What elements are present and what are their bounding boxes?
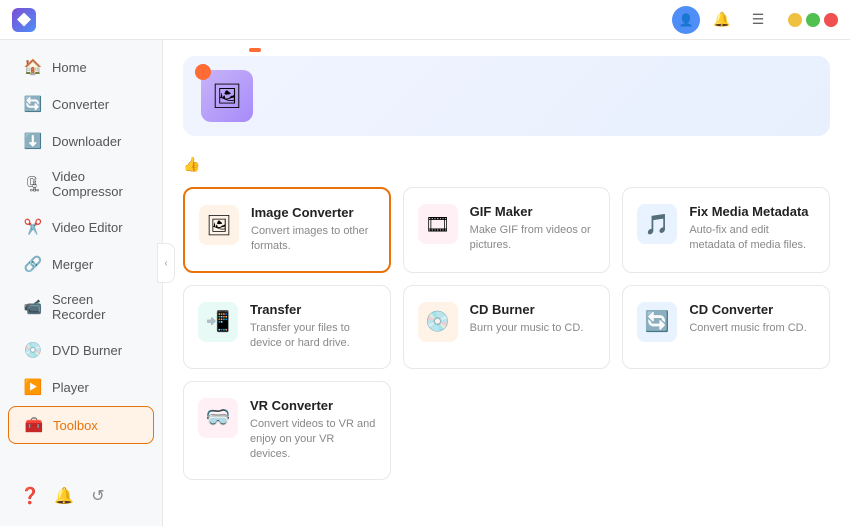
sidebar-icon-dvd-burner: 💿 [24,341,42,359]
section-title: 👍 [183,156,830,173]
sidebar-label-toolbox: Toolbox [53,418,98,433]
sidebar-item-player[interactable]: ▶️ Player [8,369,154,405]
tool-desc-gif-maker: Make GIF from videos or pictures. [470,223,596,254]
sidebar-collapse-btn[interactable]: ‹ [157,243,175,283]
banner-badge-new [249,48,261,52]
tool-icon-gif-maker: 🎞 [418,204,458,244]
sidebar-icon-downloader: ⬇️ [24,132,42,150]
sidebar-icon-player: ▶️ [24,378,42,396]
tool-text-cd-burner: CD Burner Burn your music to CD. [470,302,584,336]
sidebar-bottom: ❓ 🔔 ↺ [0,474,162,518]
sidebar-item-merger[interactable]: 🔗 Merger [8,246,154,282]
app-logo [12,8,36,32]
tool-card-transfer[interactable]: 📲 Transfer Transfer your files to device… [183,285,391,369]
maximize-button[interactable] [806,13,820,27]
banner-icon: 🖼 [201,70,253,122]
tool-card-fix-media-metadata[interactable]: 🎵 Fix Media Metadata Auto-fix and edit m… [622,187,830,273]
tool-title-fix-media-metadata: Fix Media Metadata [689,204,815,219]
title-bar: 👤 🔔 ☰ [0,0,850,40]
tool-title-image-converter: Image Converter [251,205,375,220]
tool-icon-image-converter: 🖼 [199,205,239,245]
notification-btn[interactable]: 🔔 [708,6,736,34]
sidebar-item-screen-recorder[interactable]: 📹 Screen Recorder [8,283,154,331]
tool-desc-image-converter: Convert images to other formats. [251,224,375,255]
tool-card-cd-burner[interactable]: 💿 CD Burner Burn your music to CD. [403,285,611,369]
sidebar-icon-screen-recorder: 📹 [24,298,42,316]
tool-desc-fix-media-metadata: Auto-fix and edit metadata of media file… [689,223,815,254]
menu-btn[interactable]: ☰ [744,6,772,34]
vr-grid: 🥽 VR Converter Convert videos to VR and … [183,381,830,480]
tool-title-cd-burner: CD Burner [470,302,584,317]
sidebar-item-converter[interactable]: 🔄 Converter [8,86,154,122]
banner[interactable]: 🖼 [183,56,830,136]
tool-icon-vr-converter: 🥽 [198,398,238,438]
tool-text-fix-media-metadata: Fix Media Metadata Auto-fix and edit met… [689,204,815,254]
tool-text-vr-converter: VR Converter Convert videos to VR and en… [250,398,376,463]
sidebar-label-video-compressor: Video Compressor [52,169,138,199]
help-button[interactable]: ❓ [16,482,44,510]
sidebar-icon-merger: 🔗 [24,255,42,273]
tool-card-vr-converter[interactable]: 🥽 VR Converter Convert videos to VR and … [183,381,391,480]
sidebar-label-screen-recorder: Screen Recorder [52,292,138,322]
tool-title-cd-converter: CD Converter [689,302,806,317]
tool-text-gif-maker: GIF Maker Make GIF from videos or pictur… [470,204,596,254]
main-container: 🏠 Home 🔄 Converter ⬇️ Downloader 🗜 Video… [0,40,850,526]
refresh-button[interactable]: ↺ [84,482,112,510]
tool-icon-cd-converter: 🔄 [637,302,677,342]
sidebar-item-dvd-burner[interactable]: 💿 DVD Burner [8,332,154,368]
tool-title-transfer: Transfer [250,302,376,317]
sidebar-icon-converter: 🔄 [24,95,42,113]
sidebar-item-home[interactable]: 🏠 Home [8,49,154,85]
sidebar-label-video-editor: Video Editor [52,220,123,235]
banner-badge-num [195,64,211,80]
tool-title-gif-maker: GIF Maker [470,204,596,219]
section-icon: 👍 [183,156,200,173]
tool-icon-cd-burner: 💿 [418,302,458,342]
sidebar-item-downloader[interactable]: ⬇️ Downloader [8,123,154,159]
sidebar-item-video-editor[interactable]: ✂️ Video Editor [8,209,154,245]
sidebar-icon-toolbox: 🧰 [25,416,43,434]
title-bar-right: 👤 🔔 ☰ [672,6,838,34]
minimize-button[interactable] [788,13,802,27]
tool-icon-fix-media-metadata: 🎵 [637,204,677,244]
tool-card-image-converter[interactable]: 🖼 Image Converter Convert images to othe… [183,187,391,273]
sidebar-label-dvd-burner: DVD Burner [52,343,122,358]
title-bar-left [12,8,672,32]
sidebar-item-video-compressor[interactable]: 🗜 Video Compressor [8,160,154,208]
app-logo-inner [17,13,31,27]
tool-desc-vr-converter: Convert videos to VR and enjoy on your V… [250,417,376,463]
tool-icon-transfer: 📲 [198,302,238,342]
sidebar-item-toolbox[interactable]: 🧰 Toolbox [8,406,154,444]
tool-text-transfer: Transfer Transfer your files to device o… [250,302,376,352]
notification-bell[interactable]: 🔔 [50,482,78,510]
sidebar-icon-video-editor: ✂️ [24,218,42,236]
sidebar: 🏠 Home 🔄 Converter ⬇️ Downloader 🗜 Video… [0,40,163,526]
tool-card-gif-maker[interactable]: 🎞 GIF Maker Make GIF from videos or pict… [403,187,611,273]
tools-grid: 🖼 Image Converter Convert images to othe… [183,187,830,369]
tool-desc-transfer: Transfer your files to device or hard dr… [250,321,376,352]
tool-card-cd-converter[interactable]: 🔄 CD Converter Convert music from CD. [622,285,830,369]
tool-desc-cd-burner: Burn your music to CD. [470,321,584,336]
sidebar-label-home: Home [52,60,87,75]
tool-text-cd-converter: CD Converter Convert music from CD. [689,302,806,336]
sidebar-icon-video-compressor: 🗜 [24,175,42,193]
close-button[interactable] [824,13,838,27]
tool-text-image-converter: Image Converter Convert images to other … [251,205,375,255]
user-avatar[interactable]: 👤 [672,6,700,34]
tool-title-vr-converter: VR Converter [250,398,376,413]
window-controls [788,13,838,27]
sidebar-label-player: Player [52,380,89,395]
sidebar-label-downloader: Downloader [52,134,121,149]
sidebar-icon-home: 🏠 [24,58,42,76]
content-area: 🖼 👍 🖼 Image Converter Convert images to … [163,40,850,526]
sidebar-label-converter: Converter [52,97,109,112]
tool-desc-cd-converter: Convert music from CD. [689,321,806,336]
sidebar-label-merger: Merger [52,257,93,272]
